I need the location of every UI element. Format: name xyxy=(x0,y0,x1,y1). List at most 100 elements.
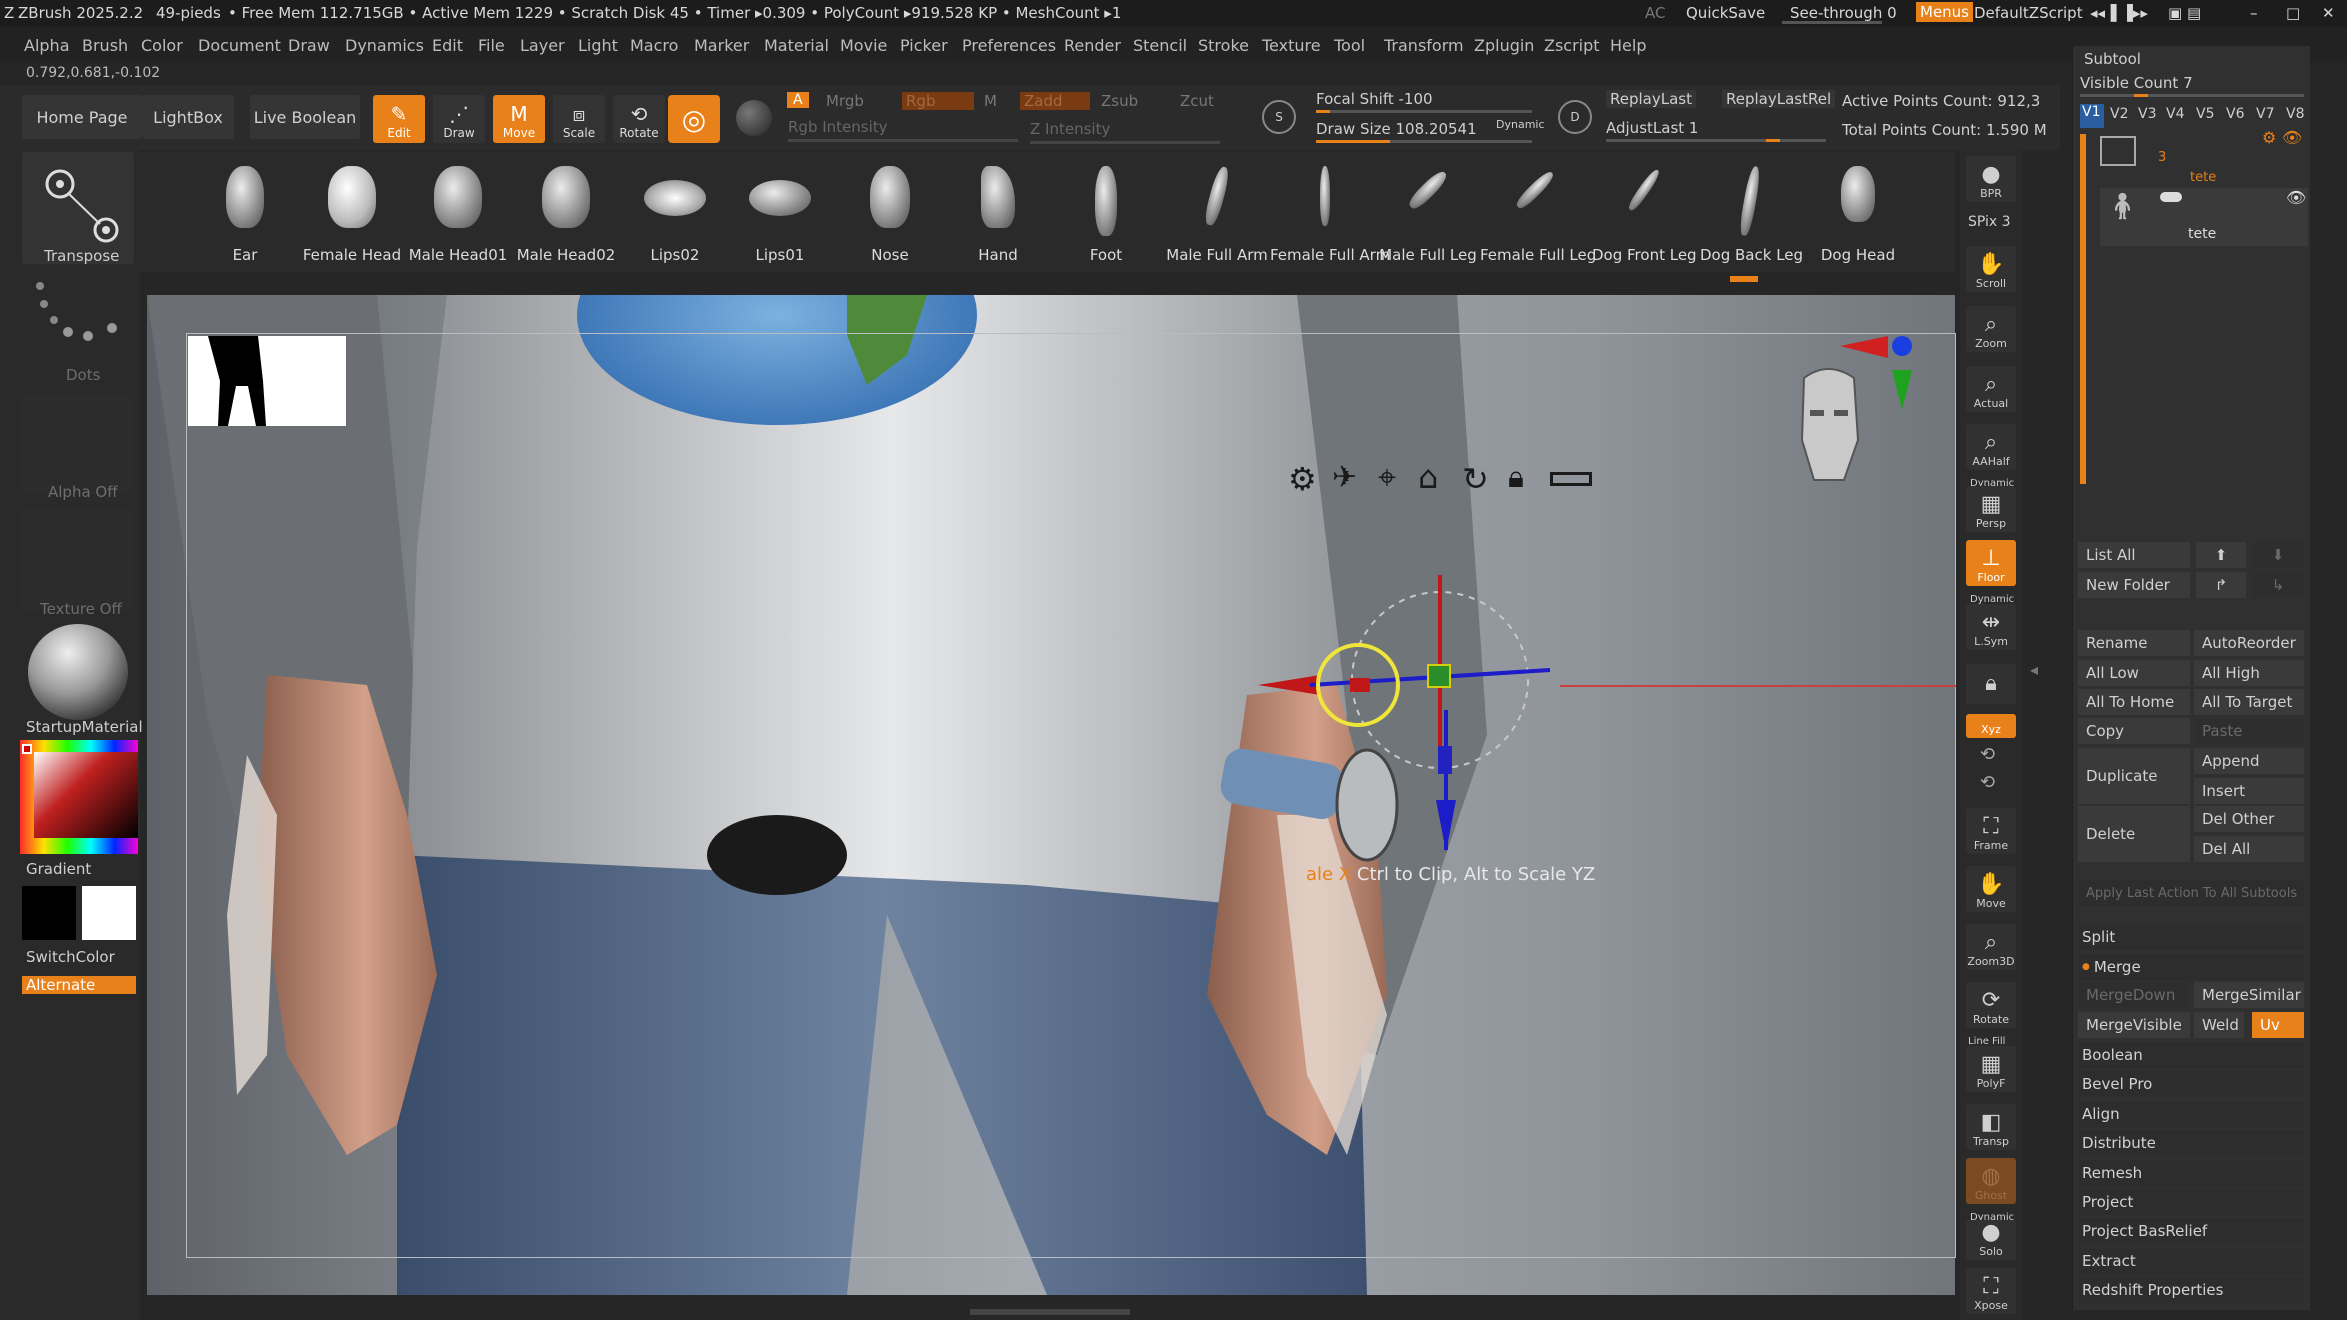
menu-render[interactable]: Render xyxy=(1064,36,1121,55)
material-button[interactable] xyxy=(28,624,128,720)
switch-color-button[interactable]: SwitchColor xyxy=(26,948,115,966)
copy-button[interactable]: Copy xyxy=(2078,718,2190,744)
maximize-icon[interactable]: □ xyxy=(2286,4,2300,22)
move-view-button[interactable]: ✋ Move xyxy=(1966,866,2016,912)
main-color-swatch[interactable] xyxy=(22,886,76,940)
menu-marker[interactable]: Marker xyxy=(694,36,749,55)
gizmo-settings-icon[interactable]: ⚙ xyxy=(1288,460,1317,498)
z-intensity-track[interactable] xyxy=(1030,141,1220,144)
folder-eye-icon[interactable]: 👁︎ xyxy=(2282,128,2302,147)
brush-strip-scroll-marker[interactable] xyxy=(1730,276,1758,282)
see-through-slider[interactable]: See-through 0 xyxy=(1790,4,1897,22)
menu-dynamics[interactable]: Dynamics xyxy=(345,36,424,55)
project-basrelief-section[interactable]: Project BasRelief xyxy=(2078,1218,2304,1244)
gizmo-center-handle[interactable] xyxy=(1427,664,1451,688)
secondary-color-swatch[interactable] xyxy=(82,886,136,940)
version-v2[interactable]: V2 xyxy=(2110,106,2128,122)
rename-button[interactable]: Rename xyxy=(2078,630,2190,656)
menu-stroke[interactable]: Stroke xyxy=(1198,36,1249,55)
version-v5[interactable]: V5 xyxy=(2196,106,2214,122)
merge-similar-button[interactable]: MergeSimilar xyxy=(2194,982,2304,1008)
floor-button[interactable]: ⊥ Floor xyxy=(1966,540,2016,586)
polyf-button[interactable]: ▦ PolyF xyxy=(1966,1046,2016,1092)
close-icon[interactable]: ✕ xyxy=(2322,4,2335,22)
orientation-z-arrow[interactable] xyxy=(1892,370,1912,410)
ac-label[interactable]: AC xyxy=(1645,4,1665,22)
zadd-toggle[interactable]: Zadd xyxy=(1020,92,1090,110)
zsub-toggle[interactable]: Zsub xyxy=(1101,92,1138,110)
move-down-icon[interactable]: ⬇ xyxy=(2252,542,2304,568)
uv-toggle[interactable]: Uv xyxy=(2252,1012,2304,1038)
brush-item[interactable]: Male Full Arm xyxy=(1162,160,1272,270)
persp-button[interactable]: ▦ Persp xyxy=(1966,486,2016,532)
new-folder-button[interactable]: New Folder xyxy=(2078,572,2190,598)
paste-button[interactable]: Paste xyxy=(2194,718,2304,744)
weld-toggle[interactable]: Weld xyxy=(2194,1012,2244,1038)
version-v1[interactable]: V1 xyxy=(2080,104,2104,128)
gizmo-x-handle[interactable] xyxy=(1350,678,1370,692)
split-section[interactable]: Split xyxy=(2078,924,2304,950)
xpose-button[interactable]: ⛶ Xpose xyxy=(1966,1268,2016,1314)
rgb-intensity-slider[interactable]: Rgb Intensity xyxy=(788,118,888,136)
redshift-properties-section[interactable]: Redshift Properties xyxy=(2078,1277,2304,1303)
gizmo-pin-icon[interactable]: ✈ xyxy=(1332,460,1357,495)
menu-layer[interactable]: Layer xyxy=(520,36,565,55)
folder-settings-icon[interactable]: ⚙ xyxy=(2262,128,2276,147)
zoom3d-button[interactable]: ⌕ Zoom3D xyxy=(1966,924,2016,970)
ghost-button[interactable]: ◍ Ghost xyxy=(1966,1158,2016,1204)
orientation-x-arrow[interactable] xyxy=(1840,336,1888,358)
mrgb-toggle[interactable]: Mrgb xyxy=(826,92,864,110)
brush-item[interactable]: Hand xyxy=(948,160,1048,270)
gizmo-reset-icon[interactable]: ↻ xyxy=(1462,460,1489,498)
rotate-z-icon[interactable]: ⟲ xyxy=(1980,772,1995,793)
bpr-button[interactable]: ● BPR xyxy=(1966,156,2016,202)
gizmo-toggle-button[interactable]: ◎ xyxy=(668,95,720,143)
brush-item[interactable]: Female Full Arm xyxy=(1270,160,1390,270)
move-up-icon[interactable]: ⬆ xyxy=(2196,542,2246,568)
bevel-pro-section[interactable]: Bevel Pro xyxy=(2078,1071,2304,1097)
orientation-head-widget[interactable] xyxy=(1780,330,1920,490)
brush-item[interactable]: Dog Front Leg xyxy=(1592,160,1697,270)
delete-button[interactable]: Delete xyxy=(2078,806,2190,862)
subtool-title[interactable]: Subtool xyxy=(2084,50,2141,68)
navigation-thumbnail[interactable] xyxy=(188,336,346,426)
adjust-last-track[interactable] xyxy=(1606,139,1826,142)
rgb-toggle[interactable]: Rgb xyxy=(902,92,974,110)
distribute-section[interactable]: Distribute xyxy=(2078,1130,2304,1156)
zoom-button[interactable]: ⌕ Zoom xyxy=(1966,306,2016,352)
alternate-button[interactable]: Alternate xyxy=(22,976,136,994)
menu-light[interactable]: Light xyxy=(578,36,618,55)
spix-slider[interactable]: SPix 3 xyxy=(1968,214,2011,230)
zcut-toggle[interactable]: Zcut xyxy=(1180,92,1214,110)
rgb-intensity-track[interactable] xyxy=(788,139,1018,142)
all-to-target-button[interactable]: All To Target xyxy=(2194,689,2304,715)
color-picker-square[interactable] xyxy=(34,752,138,838)
menu-stencil[interactable]: Stencil xyxy=(1133,36,1187,55)
lsym-button[interactable]: ⇹ L.Sym xyxy=(1966,604,2016,650)
gizmo-bar-icon[interactable] xyxy=(1550,472,1592,486)
menu-brush[interactable]: Brush xyxy=(82,36,128,55)
menu-movie[interactable]: Movie xyxy=(840,36,887,55)
live-boolean-button[interactable]: Live Boolean xyxy=(250,95,360,139)
menu-edit[interactable]: Edit xyxy=(432,36,463,55)
z-intensity-slider[interactable]: Z Intensity xyxy=(1030,120,1110,138)
all-to-home-button[interactable]: All To Home xyxy=(2078,689,2190,715)
subtool-list-scrollbar[interactable] xyxy=(2080,134,2086,484)
layout-arrows-icon[interactable]: ◂◂▐ ▐▸▸ xyxy=(2090,4,2148,22)
menu-file[interactable]: File xyxy=(478,36,505,55)
lightbox-button[interactable]: LightBox xyxy=(142,95,234,139)
brush-item[interactable]: Nose xyxy=(840,160,940,270)
menu-document[interactable]: Document xyxy=(198,36,281,55)
gizmo-home-icon[interactable]: ⌂ xyxy=(1418,458,1438,496)
version-v3[interactable]: V3 xyxy=(2138,106,2156,122)
version-v8[interactable]: V8 xyxy=(2286,106,2304,122)
brush-item[interactable]: Ear xyxy=(195,160,295,270)
menus-toggle[interactable]: Menus xyxy=(1916,2,1973,22)
aahalf-button[interactable]: ⌕ AAHalf xyxy=(1966,424,2016,470)
merge-section[interactable]: ● Merge xyxy=(2078,954,2304,980)
stroke-s-icon[interactable]: S xyxy=(1262,100,1296,134)
rotate-y-icon[interactable]: ⟲ xyxy=(1980,744,1995,765)
boolean-section[interactable]: Boolean xyxy=(2078,1042,2304,1068)
gizmo-z-arrow[interactable] xyxy=(1436,800,1456,852)
minimize-icon[interactable]: – xyxy=(2250,4,2258,22)
